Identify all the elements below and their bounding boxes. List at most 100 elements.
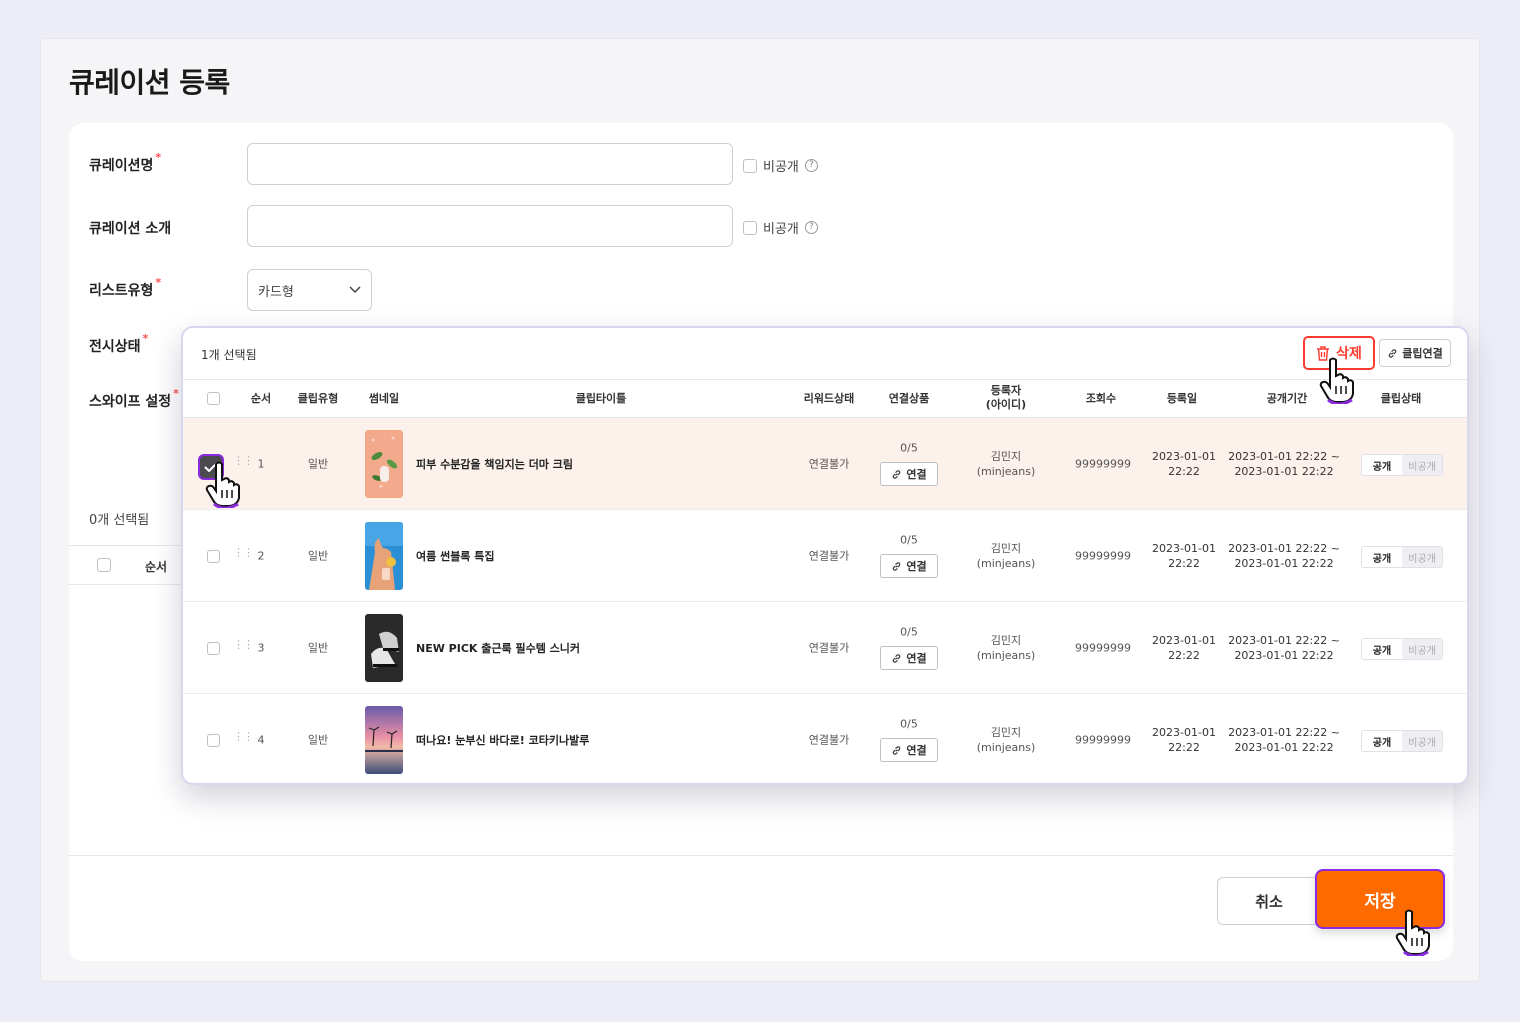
private-option[interactable]: 비공개 xyxy=(1402,731,1442,751)
row-public-period: 2023-01-01 22:22 ~ 2023-01-01 22:22 xyxy=(1228,541,1340,571)
reg-date-time: 22:22 xyxy=(1168,557,1200,570)
hand-pointer-icon xyxy=(1395,909,1430,956)
row-clip-title[interactable]: 피부 수분감을 책임지는 더마 크림 xyxy=(416,456,573,472)
reg-date-time: 22:22 xyxy=(1168,465,1200,478)
row-reward-status: 연결불가 xyxy=(808,549,850,563)
row-clip-title[interactable]: NEW PICK 출근룩 필수템 스니커 xyxy=(416,640,580,656)
connect-label: 연결 xyxy=(906,652,927,665)
registrant-id: (minjeans) xyxy=(976,465,1036,478)
header-order: 순서 xyxy=(250,392,272,405)
header-reward-status: 리워드상태 xyxy=(803,392,855,405)
row-checkbox[interactable] xyxy=(207,642,220,655)
row-products-count: 0/5 xyxy=(900,625,918,639)
list-type-select[interactable]: 카드형 xyxy=(247,269,372,311)
row-products-count: 0/5 xyxy=(900,717,918,731)
header-public-period: 공개기간 xyxy=(1266,392,1308,405)
cancel-button[interactable]: 취소 xyxy=(1217,877,1321,925)
row-checkbox[interactable] xyxy=(207,550,220,563)
connect-button[interactable]: 연결 xyxy=(880,462,938,486)
row-products-count: 0/5 xyxy=(900,441,918,455)
table-row[interactable]: ⋮⋮ 1 일반 피부 수분감을 책임지는 더마 크림 연결불가 0/5 연결 김… xyxy=(183,418,1467,510)
private-option[interactable]: 비공개 xyxy=(1402,455,1442,475)
row-clip-type: 일반 xyxy=(307,641,329,655)
header-linked-products: 연결상품 xyxy=(888,392,930,405)
name-private-option[interactable]: 비공개 ? xyxy=(743,156,818,175)
clip-status-toggle[interactable]: 공개 비공개 xyxy=(1361,638,1443,660)
row-registrant: 김민지 (minjeans) xyxy=(977,449,1036,479)
table-row[interactable]: ⋮⋮ 3 일반 NEW PICK 출근룩 필수템 스니커 연결불가 0/5 연결… xyxy=(183,602,1467,694)
intro-private-option[interactable]: 비공개 ? xyxy=(743,218,818,237)
period-start: 2023-01-01 22:22 ~ xyxy=(1228,634,1340,647)
drag-handle-icon[interactable]: ⋮⋮ xyxy=(233,547,254,558)
list-type-value: 카드형 xyxy=(258,284,294,300)
table-row[interactable]: ⋮⋮ 2 일반 여름 썬블록 특집 연결불가 0/5 연결 김민지 (minje… xyxy=(183,510,1467,602)
connect-button[interactable]: 연결 xyxy=(880,738,938,762)
intro-private-checkbox[interactable] xyxy=(743,220,757,235)
header-registrant: 등록자 (아이디) xyxy=(986,384,1026,412)
row-reg-date: 2023-01-01 22:22 xyxy=(1152,725,1216,755)
chevron-down-icon xyxy=(349,286,361,294)
period-end: 2023-01-01 22:22 xyxy=(1234,557,1334,570)
clip-status-toggle[interactable]: 공개 비공개 xyxy=(1361,546,1443,568)
reg-date-day: 2023-01-01 xyxy=(1152,450,1216,463)
period-start: 2023-01-01 22:22 ~ xyxy=(1228,542,1340,555)
footer-divider xyxy=(69,855,1453,856)
public-option[interactable]: 공개 xyxy=(1362,731,1402,751)
registrant-name: 김민지 xyxy=(990,450,1022,463)
name-private-label: 비공개 xyxy=(763,160,799,175)
registrant-id: (minjeans) xyxy=(976,557,1036,570)
header-clip-status: 클립상태 xyxy=(1380,392,1422,405)
help-icon[interactable]: ? xyxy=(804,221,818,234)
row-order: 3 xyxy=(257,641,265,655)
header-thumbnail: 썸네일 xyxy=(368,392,400,405)
reg-date-time: 22:22 xyxy=(1168,741,1200,754)
row-public-period: 2023-01-01 22:22 ~ 2023-01-01 22:22 xyxy=(1228,633,1340,663)
clip-table-popup: 1개 선택됨 삭제 클립연결 순서 클립유형 썸네일 클립타이틀 리워드상태 연… xyxy=(181,326,1469,785)
connect-button[interactable]: 연결 xyxy=(880,554,938,578)
clip-status-toggle[interactable]: 공개 비공개 xyxy=(1361,454,1443,476)
row-views: 99999999 xyxy=(1075,457,1131,471)
row-registrant: 김민지 (minjeans) xyxy=(977,633,1036,663)
drag-handle-icon[interactable]: ⋮⋮ xyxy=(233,639,254,650)
reg-date-day: 2023-01-01 xyxy=(1152,726,1216,739)
background-order-header: 순서 xyxy=(145,560,168,574)
row-checkbox[interactable] xyxy=(207,734,220,747)
connect-label: 연결 xyxy=(906,560,927,573)
connect-button[interactable]: 연결 xyxy=(880,646,938,670)
public-option[interactable]: 공개 xyxy=(1362,455,1402,475)
row-reward-status: 연결불가 xyxy=(808,641,850,655)
curation-intro-input[interactable] xyxy=(247,205,733,247)
background-select-all-checkbox[interactable] xyxy=(97,558,111,572)
private-option[interactable]: 비공개 xyxy=(1402,547,1442,567)
header-views: 조회수 xyxy=(1085,392,1117,405)
intro-private-label: 비공개 xyxy=(763,222,799,237)
hand-pointer-icon xyxy=(205,461,240,508)
registrant-name: 김민지 xyxy=(990,726,1022,739)
select-all-checkbox[interactable] xyxy=(207,392,220,405)
row-public-period: 2023-01-01 22:22 ~ 2023-01-01 22:22 xyxy=(1228,449,1340,479)
period-start: 2023-01-01 22:22 ~ xyxy=(1228,450,1340,463)
clip-status-toggle[interactable]: 공개 비공개 xyxy=(1361,730,1443,752)
curation-name-input[interactable] xyxy=(247,143,733,185)
name-private-checkbox[interactable] xyxy=(743,158,757,173)
period-end: 2023-01-01 22:22 xyxy=(1234,465,1334,478)
popup-table-header: 순서 클립유형 썸네일 클립타이틀 리워드상태 연결상품 등록자 (아이디) 조… xyxy=(183,380,1467,418)
thumbnail-image xyxy=(365,430,403,498)
public-option[interactable]: 공개 xyxy=(1362,547,1402,567)
clip-connect-button[interactable]: 클립연결 xyxy=(1379,339,1451,367)
period-end: 2023-01-01 22:22 xyxy=(1234,741,1334,754)
row-clip-title[interactable]: 떠나요! 눈부신 바다로! 코타키나발루 xyxy=(416,732,589,748)
drag-handle-icon[interactable]: ⋮⋮ xyxy=(233,731,254,742)
public-option[interactable]: 공개 xyxy=(1362,639,1402,659)
row-clip-title[interactable]: 여름 썬블록 특집 xyxy=(416,548,495,564)
curation-intro-label: 큐레이션 소개 xyxy=(89,221,172,237)
help-icon[interactable]: ? xyxy=(804,159,818,172)
row-registrant: 김민지 (minjeans) xyxy=(977,725,1036,755)
curation-name-label: 큐레이션명* xyxy=(89,151,162,174)
required-mark: * xyxy=(155,151,162,164)
table-row[interactable]: ⋮⋮ 4 일반 떠나요! 눈부신 바다로! 코타키나발루 연결불가 0/5 연결… xyxy=(183,694,1467,783)
link-icon xyxy=(893,561,901,571)
registrant-name: 김민지 xyxy=(990,542,1022,555)
period-start: 2023-01-01 22:22 ~ xyxy=(1228,726,1340,739)
private-option[interactable]: 비공개 xyxy=(1402,639,1442,659)
